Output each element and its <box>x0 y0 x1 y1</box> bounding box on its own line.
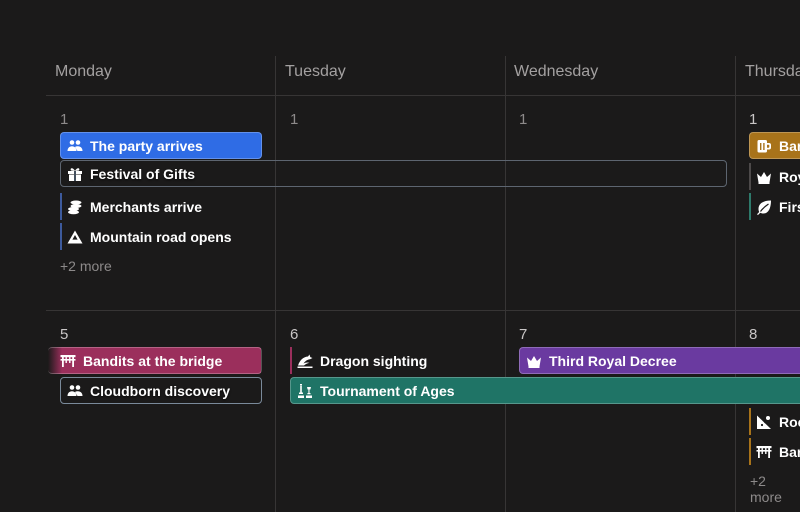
rockslide-icon <box>756 414 772 430</box>
event-label: Bar <box>779 443 800 460</box>
coins-icon <box>67 199 83 215</box>
event-the-party-arrives[interactable]: The party arrives <box>60 132 262 159</box>
event-bar-2[interactable]: Bar <box>749 438 800 465</box>
header-divider <box>46 95 800 96</box>
event-label: Dragon sighting <box>320 352 428 369</box>
date-cell-number[interactable]: 1 <box>749 111 757 128</box>
event-label: Cloudborn discovery <box>90 382 231 399</box>
bridge-icon <box>756 444 772 460</box>
people-icon <box>67 383 83 399</box>
day-header-tuesday: Tuesday <box>285 63 346 80</box>
event-roy[interactable]: Roy <box>749 163 800 190</box>
event-festival-of-gifts[interactable]: Festival of Gifts <box>60 160 727 187</box>
date-cell-number[interactable]: 1 <box>60 111 68 128</box>
event-label: Festival of Gifts <box>90 165 196 182</box>
column-divider <box>735 56 736 512</box>
event-label: Merchants arrive <box>90 198 203 215</box>
mountain-icon <box>67 229 83 245</box>
bridge-icon <box>60 353 76 369</box>
event-bar[interactable]: Bar <box>749 132 800 159</box>
event-merchants-arrive[interactable]: Merchants arrive <box>60 193 272 220</box>
event-tournament-of-ages[interactable]: Tournament of Ages <box>290 377 800 404</box>
event-label: Mountain road opens <box>90 228 232 245</box>
event-label: Bandits at the bridge <box>83 352 223 369</box>
people-icon <box>67 138 83 154</box>
date-cell-number[interactable]: 8 <box>749 326 757 343</box>
date-cell-number[interactable]: 1 <box>290 111 298 128</box>
day-header-wednesday: Wednesday <box>514 63 599 80</box>
mug-icon <box>756 138 772 154</box>
column-divider <box>505 56 506 512</box>
event-firs[interactable]: Firs <box>749 193 800 220</box>
gift-icon <box>67 166 83 182</box>
event-label: Bar <box>779 137 800 154</box>
dragon-icon <box>297 353 313 369</box>
date-cell-number[interactable]: 5 <box>60 326 68 343</box>
leaf-icon <box>756 199 772 215</box>
chess-icon <box>297 383 313 399</box>
date-cell-number[interactable]: 7 <box>519 326 527 343</box>
event-label: Roc <box>779 413 800 430</box>
event-label: Firs <box>779 198 800 215</box>
day-header-thursday: Thursday <box>745 63 800 80</box>
day-header-monday: Monday <box>55 63 112 80</box>
more-events-link[interactable]: +2 more <box>60 258 112 274</box>
more-events-link[interactable]: +2 more <box>750 473 800 505</box>
event-dragon-sighting[interactable]: Dragon sighting <box>290 347 500 374</box>
crown-icon <box>526 353 542 369</box>
event-cloudborn-discovery[interactable]: Cloudborn discovery <box>60 377 262 404</box>
calendar-month-view: Monday Tuesday Wednesday Thursday 1 1 1 … <box>0 0 800 512</box>
week-divider <box>46 310 800 311</box>
event-label: Third Royal Decree <box>549 352 677 369</box>
event-label: Roy <box>779 168 800 185</box>
column-divider <box>275 56 276 512</box>
event-label: Tournament of Ages <box>320 382 455 399</box>
crown-icon <box>756 169 772 185</box>
date-cell-number[interactable]: 6 <box>290 326 298 343</box>
date-cell-number[interactable]: 1 <box>519 111 527 128</box>
event-roc[interactable]: Roc <box>749 408 800 435</box>
event-bandits-at-the-bridge[interactable]: Bandits at the bridge <box>48 347 262 374</box>
event-third-royal-decree[interactable]: Third Royal Decree <box>519 347 800 374</box>
event-mountain-road-opens[interactable]: Mountain road opens <box>60 223 272 250</box>
event-label: The party arrives <box>90 137 203 154</box>
